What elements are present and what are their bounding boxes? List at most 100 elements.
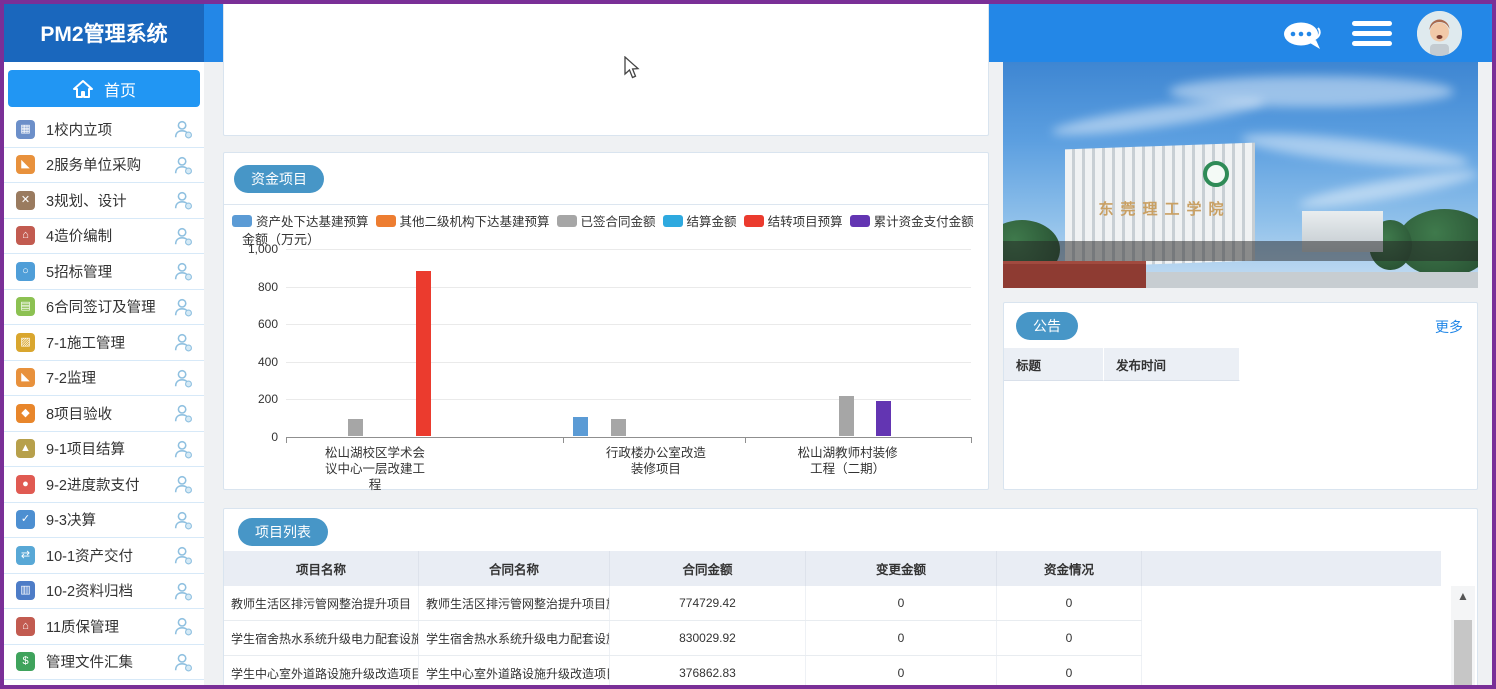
chat-icon[interactable]	[1280, 20, 1328, 54]
sidebar-item-school-building[interactable]: ⌂ 4造价编制	[4, 219, 204, 255]
legend-swatch	[850, 215, 870, 227]
user-permission-icon[interactable]	[172, 544, 194, 566]
home-icon	[72, 79, 94, 99]
scroll-up-arrow-icon[interactable]: ▲	[1451, 586, 1475, 606]
cell-funding-status: 0	[997, 586, 1142, 620]
legend-label: 结转项目预算	[768, 211, 843, 230]
mouse-cursor	[624, 56, 641, 80]
project-list-tab[interactable]: 项目列表	[238, 518, 328, 546]
scrollbar-thumb[interactable]	[1454, 620, 1472, 689]
sidebar-item-archive[interactable]: ▥ 10-2资料归档	[4, 574, 204, 610]
col-contract-name: 合同名称	[419, 551, 610, 586]
chart-legend: 资产处下达基建预算 其他二级机构下达基建预算已签合同金额 结算金额 结转项目预算 累计资…	[232, 211, 984, 230]
school-building-icon: ⌂	[16, 226, 35, 245]
user-permission-icon[interactable]	[172, 331, 194, 353]
legend-item[interactable]: 其他二级机构下达基建预算	[376, 211, 550, 230]
legend-label: 资产处下达基建预算	[256, 211, 369, 230]
user-permission-icon[interactable]	[172, 118, 194, 140]
legend-item[interactable]: 已签合同金额	[557, 211, 656, 230]
funding-projects-tab[interactable]: 资金项目	[234, 165, 324, 193]
user-permission-icon[interactable]	[172, 438, 194, 460]
column-header-title: 标题	[1004, 348, 1104, 381]
legend-label: 其他二级机构下达基建预算	[400, 211, 550, 230]
cell-funding-status: 0	[997, 621, 1142, 655]
x-axis-line	[286, 437, 971, 438]
y-tick-label: 600	[230, 317, 278, 331]
user-permission-icon[interactable]	[172, 580, 194, 602]
sidebar: 首页 ▦ 1校内立项 ◣ 2服务单位采购 ✕ 3规划、设计	[4, 62, 204, 685]
user-permission-icon[interactable]	[172, 615, 194, 637]
design-tools-icon: ✕	[16, 191, 35, 210]
column-header-publish-time: 发布时间	[1104, 348, 1240, 381]
col-contract-amount: 合同金额	[610, 551, 806, 586]
user-permission-icon[interactable]	[172, 651, 194, 673]
legend-swatch	[744, 215, 764, 227]
chart-bar	[876, 401, 891, 436]
campus-photo[interactable]: 东莞理工学院	[1003, 62, 1478, 288]
user-permission-icon[interactable]	[172, 367, 194, 389]
final-account-icon: ✓	[16, 510, 35, 529]
col-change-amount: 变更金额	[806, 551, 997, 586]
x-category-label: 行政楼办公室改造装修项目	[600, 445, 712, 477]
legend-label: 累计资金支付金额	[874, 211, 974, 230]
user-permission-icon[interactable]	[172, 154, 194, 176]
cell-contract-amount: 774729.42	[610, 586, 806, 620]
cell-contract-name: 学生宿舍热水系统升级电力配套设施	[419, 621, 610, 655]
legend-swatch	[663, 215, 683, 227]
user-permission-icon[interactable]	[172, 473, 194, 495]
sidebar-item-contract[interactable]: ▤ 6合同签订及管理	[4, 290, 204, 326]
user-permission-icon[interactable]	[172, 225, 194, 247]
legend-item[interactable]: 资产处下达基建预算	[232, 211, 369, 230]
sidebar-item-payment[interactable]: ● 9-2进度款支付	[4, 467, 204, 503]
sidebar-item-roadwork-sign[interactable]: ◆ 8项目验收	[4, 396, 204, 432]
university-sign-text: 东莞理工学院	[1079, 198, 1250, 219]
sidebar-item-set-square[interactable]: ◣ 2服务单位采购	[4, 148, 204, 184]
funding-projects-panel: 资金项目 资产处下达基建预算 其他二级机构下达基建预算已签合同金额 结算金额 结转项目…	[223, 152, 989, 490]
chart-bar	[348, 419, 363, 436]
cell-change-amount: 0	[806, 586, 997, 620]
carousel-caption-bar	[1003, 241, 1478, 261]
x-axis-tick	[563, 437, 564, 443]
sidebar-item-supervision[interactable]: ◣ 7-2监理	[4, 361, 204, 397]
avatar-face	[1417, 11, 1462, 56]
sidebar-item-building[interactable]: ▦ 1校内立项	[4, 112, 204, 148]
announcements-more-link[interactable]: 更多	[1435, 317, 1463, 337]
y-tick-label: 800	[230, 280, 278, 294]
app-logo: PM2管理系统	[4, 4, 204, 62]
cell-funding-status: 0	[997, 656, 1142, 689]
survey-instrument-icon: ▲	[16, 439, 35, 458]
cell-contract-amount: 376862.83	[610, 656, 806, 689]
user-avatar[interactable]	[1417, 11, 1462, 56]
y-tick-label: 400	[230, 355, 278, 369]
table-row[interactable]: 学生宿舍热水系统升级电力配套设施 学生宿舍热水系统升级电力配套设施 830029…	[224, 621, 1142, 656]
vertical-scrollbar[interactable]: ▲	[1451, 586, 1475, 689]
sidebar-item-survey-instrument[interactable]: ▲ 9-1项目结算	[4, 432, 204, 468]
sidebar-item-warranty[interactable]: ⌂ 11质保管理	[4, 609, 204, 645]
sidebar-item-final-account[interactable]: ✓ 9-3决算	[4, 503, 204, 539]
cell-change-amount: 0	[806, 656, 997, 689]
table-row[interactable]: 学生中心室外道路设施升级改造项目 学生中心室外道路设施升级改造项目 376862…	[224, 656, 1142, 689]
announcements-tab[interactable]: 公告	[1016, 312, 1078, 340]
sidebar-item-document-collection[interactable]: $ 管理文件汇集	[4, 645, 204, 681]
user-permission-icon[interactable]	[172, 296, 194, 318]
sidebar-item-magnifier[interactable]: ○ 5招标管理	[4, 254, 204, 290]
project-table-header: 项目名称 合同名称 合同金额 变更金额 资金情况	[224, 551, 1441, 586]
table-row[interactable]: 教师生活区排污管网整治提升项目 教师生活区排污管网整治提升项目施 774729.…	[224, 586, 1142, 621]
user-permission-icon[interactable]	[172, 402, 194, 424]
legend-item[interactable]: 结转项目预算	[744, 211, 843, 230]
user-permission-icon[interactable]	[172, 189, 194, 211]
cell-contract-name: 教师生活区排污管网整治提升项目施	[419, 586, 610, 620]
sidebar-item-home[interactable]: 首页	[8, 70, 200, 107]
chart-plot: 02004006008001,000松山湖校区学术会议中心一层改建工程行政楼办公…	[286, 249, 971, 437]
sidebar-item-design-tools[interactable]: ✕ 3规划、设计	[4, 183, 204, 219]
sidebar-item-construction[interactable]: ▨ 7-1施工管理	[4, 325, 204, 361]
user-permission-icon[interactable]	[172, 260, 194, 282]
legend-item[interactable]: 累计资金支付金额	[850, 211, 974, 230]
gridline	[286, 324, 971, 325]
payment-icon: ●	[16, 475, 35, 494]
hamburger-menu-icon[interactable]	[1352, 21, 1392, 46]
user-permission-icon[interactable]	[172, 509, 194, 531]
sidebar-item-asset-transfer[interactable]: ⇄ 10-1资产交付	[4, 538, 204, 574]
legend-label: 结算金额	[687, 211, 737, 230]
legend-item[interactable]: 结算金额	[663, 211, 737, 230]
